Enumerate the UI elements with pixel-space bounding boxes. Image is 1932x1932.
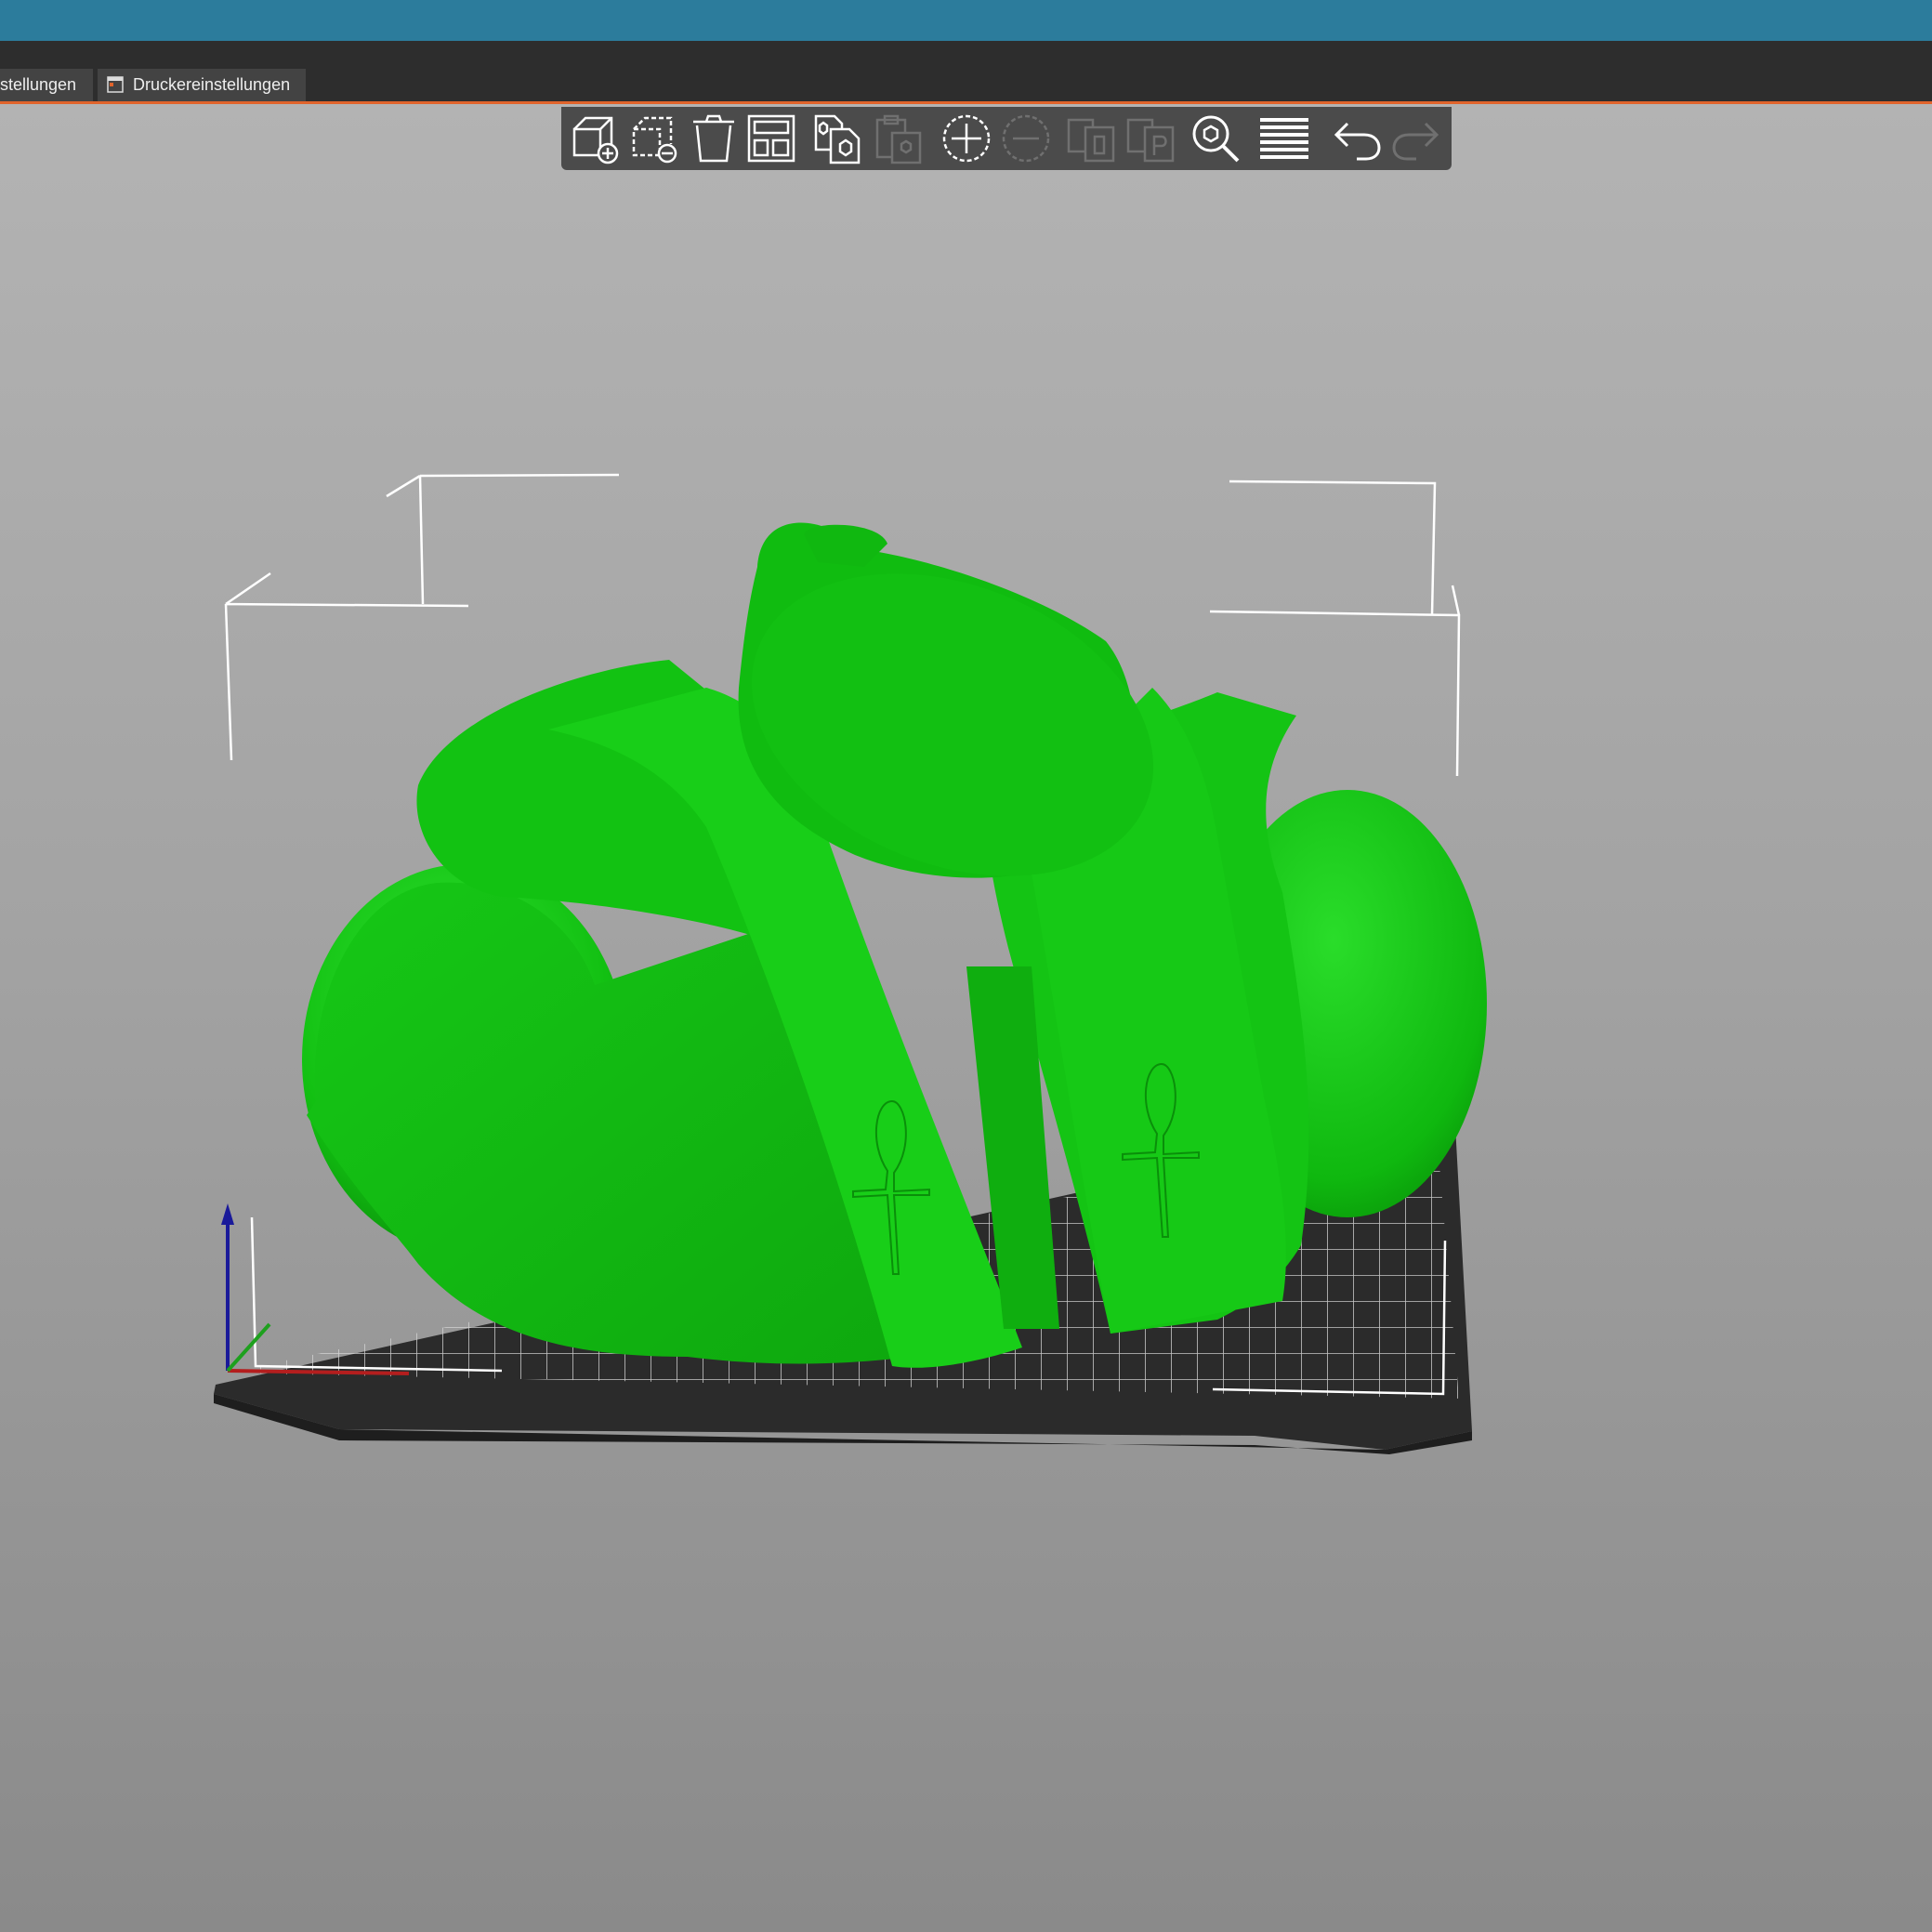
copy-button[interactable]: [810, 111, 866, 166]
layers-button[interactable]: [1256, 111, 1312, 166]
top-toolbar: [561, 107, 1452, 170]
redo-icon: [1392, 122, 1439, 161]
paste-icon: [875, 114, 922, 164]
search-icon: [1192, 115, 1240, 163]
arrange-button[interactable]: [743, 111, 799, 166]
add-object-button[interactable]: [567, 111, 623, 166]
tab-bar: stellungen Druckereinstellungen: [0, 41, 1932, 104]
minus-circle-icon: [1002, 114, 1050, 163]
delete-all-button[interactable]: [686, 111, 742, 166]
layers-icon: [1260, 118, 1308, 159]
split-parts-button[interactable]: [1123, 111, 1178, 166]
split-parts-icon: [1126, 118, 1175, 163]
add-cube-icon: [572, 116, 619, 164]
tab-print-settings-label: stellungen: [0, 75, 77, 94]
split-objects-button[interactable]: [1063, 111, 1119, 166]
add-instance-button[interactable]: [939, 111, 994, 166]
copy-icon: [814, 114, 861, 164]
remove-instance-button[interactable]: [998, 111, 1054, 166]
3d-viewport[interactable]: [0, 104, 1932, 1932]
arrange-icon: [747, 114, 795, 163]
redo-button[interactable]: [1388, 111, 1444, 166]
y-axis: [226, 1322, 271, 1373]
plus-circle-icon: [942, 114, 991, 163]
window-titlebar: [0, 0, 1932, 41]
tab-print-settings[interactable]: stellungen: [0, 69, 93, 101]
undo-button[interactable]: [1329, 111, 1385, 166]
search-button[interactable]: [1188, 111, 1243, 166]
printer-settings-icon: [107, 76, 124, 93]
remove-cube-icon: [632, 116, 677, 164]
trash-icon: [693, 114, 734, 163]
tab-printer-settings-label: Druckereinstellungen: [133, 75, 291, 94]
delete-object-button[interactable]: [626, 111, 682, 166]
split-objects-icon: [1067, 118, 1115, 163]
tab-printer-settings[interactable]: Druckereinstellungen: [98, 69, 306, 101]
undo-icon: [1334, 122, 1381, 161]
paste-button[interactable]: [870, 111, 926, 166]
